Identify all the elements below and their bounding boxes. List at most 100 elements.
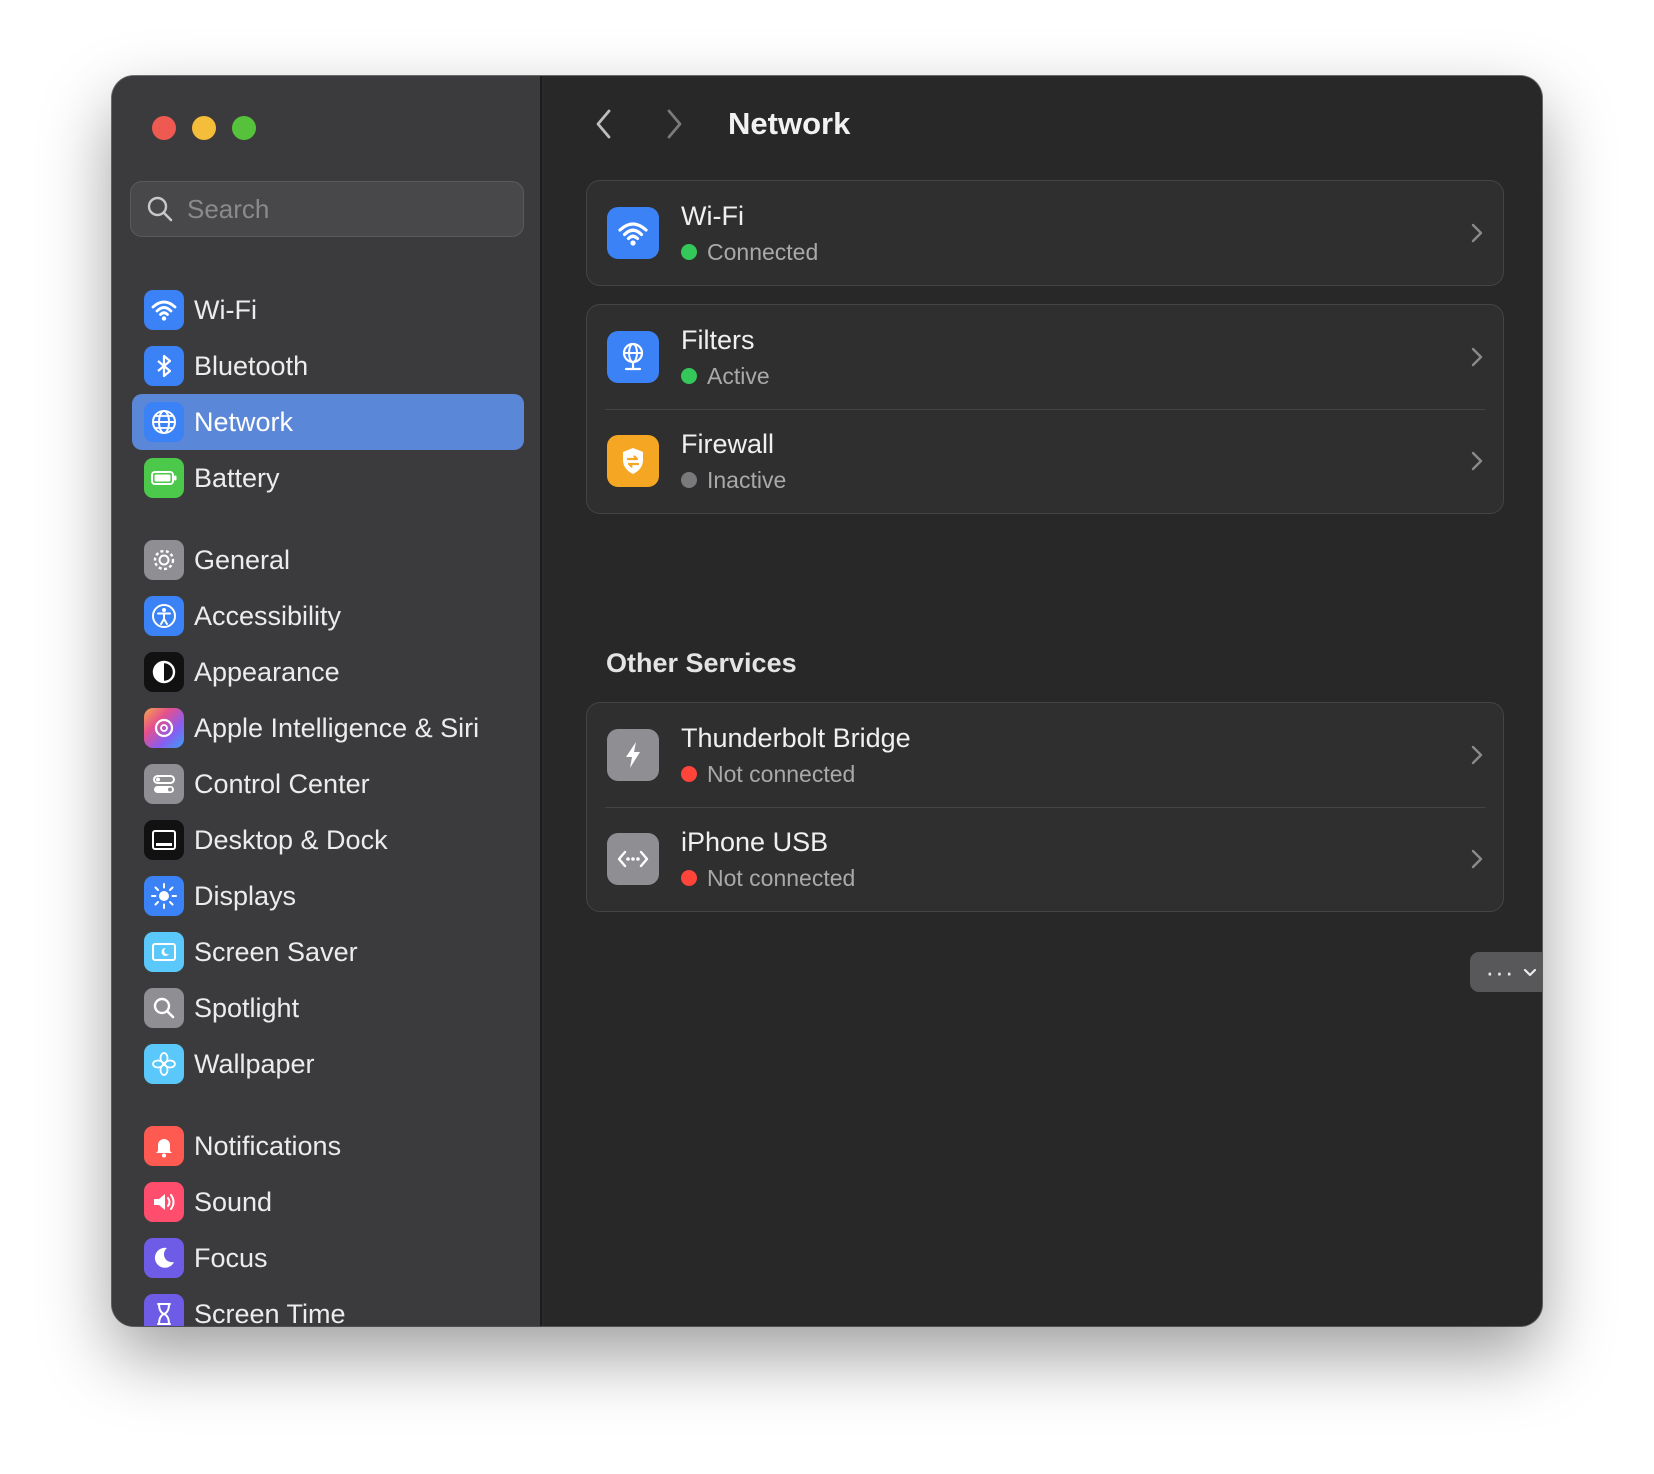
sidebar-item-label: General [194,544,291,575]
back-button[interactable] [584,102,624,146]
forward-button[interactable] [654,102,694,146]
sidebar-item-displays[interactable]: Displays [132,868,524,924]
chevron-down-icon [1524,968,1537,977]
chevron-right-icon [1471,451,1483,471]
dock-icon [144,820,184,860]
service-title: Thunderbolt Bridge [681,722,911,753]
gear-icon [144,540,184,580]
sidebar-item-focus[interactable]: Focus [132,1230,524,1286]
accessibility-icon [144,596,184,636]
iphone-usb-row[interactable]: iPhone USB Not connected [587,807,1503,911]
sidebar-item-notifications[interactable]: Notifications [132,1118,524,1174]
sidebar-item-screen-time[interactable]: Screen Time [132,1286,524,1326]
sidebar-item-label: Battery [194,462,280,493]
firewall-shield-icon [607,435,659,487]
sidebar-item-label: Wallpaper [194,1048,315,1079]
search-field[interactable] [130,181,524,237]
status-text: Inactive [707,466,787,493]
network-port-icon [607,833,659,885]
bell-icon [144,1126,184,1166]
sidebar-item-screen-saver[interactable]: Screen Saver [132,924,524,980]
sidebar-item-apple-intelligence[interactable]: Apple Intelligence & Siri [132,700,524,756]
sidebar-item-appearance[interactable]: Appearance [132,644,524,700]
sidebar-item-wifi[interactable]: Wi-Fi [132,282,524,338]
siri-icon [144,708,184,748]
sidebar-item-spotlight[interactable]: Spotlight [132,980,524,1036]
thunderbolt-icon [607,729,659,781]
globe-icon [144,402,184,442]
sidebar-item-control-center[interactable]: Control Center [132,756,524,812]
service-title: Wi-Fi [681,200,744,231]
service-title: iPhone USB [681,826,829,857]
filters-row[interactable]: Filters Active [587,305,1503,409]
status-indicator [681,244,697,260]
filters-globe-icon [607,331,659,383]
sidebar-item-general[interactable]: General [132,532,524,588]
moon-icon [144,1238,184,1278]
system-settings-window: Wi-Fi Bluetooth Network Battery [112,76,1542,1326]
sidebar-item-desktop-dock[interactable]: Desktop & Dock [132,812,524,868]
zoom-window-button[interactable] [232,116,256,140]
sidebar-item-label: Appearance [194,656,340,687]
firewall-row[interactable]: Firewall Inactive [587,409,1503,513]
sidebar-item-label: Screen Saver [194,936,358,967]
sidebar-item-label: Notifications [194,1130,342,1161]
battery-icon [144,458,184,498]
sidebar-item-wallpaper[interactable]: Wallpaper [132,1036,524,1092]
chevron-right-icon [1471,745,1483,765]
chevron-left-icon [596,109,611,139]
search-icon [147,196,173,222]
sidebar-item-label: Bluetooth [194,350,309,381]
more-actions-button[interactable]: ··· [1470,952,1542,992]
chevron-right-icon [1471,347,1483,367]
other-services-group: Thunderbolt Bridge Not connected iPhone … [586,702,1504,912]
screensaver-icon [144,932,184,972]
sidebar-item-label: Control Center [194,768,370,799]
sidebar-item-bluetooth[interactable]: Bluetooth [132,338,524,394]
hourglass-icon [144,1294,184,1326]
sidebar-item-battery[interactable]: Battery [132,450,524,506]
sun-icon [144,876,184,916]
sidebar: Wi-Fi Bluetooth Network Battery [112,76,542,1326]
magnifier-icon [144,988,184,1028]
page-title: Network [728,106,851,141]
chevron-right-icon [1471,223,1483,243]
search-input[interactable] [187,193,507,225]
status-text: Not connected [707,760,856,787]
sidebar-item-label: Wi-Fi [194,294,257,325]
chevron-right-icon [1471,849,1483,869]
service-title: Filters [681,324,755,355]
status-text: Connected [707,238,819,265]
sidebar-item-label: Accessibility [194,600,342,631]
status-indicator [681,472,697,488]
chevron-right-icon [667,109,682,139]
bluetooth-icon [144,346,184,386]
speaker-icon [144,1182,184,1222]
status-indicator [681,368,697,384]
sidebar-nav: Wi-Fi Bluetooth Network Battery General … [132,282,524,1326]
sidebar-item-sound[interactable]: Sound [132,1174,524,1230]
security-group: Filters Active Firewall Inactive [586,304,1504,514]
toolbar: Network [584,102,850,146]
sidebar-item-label: Focus [194,1242,268,1273]
wifi-service-row[interactable]: Wi-Fi Connected [587,181,1503,285]
sidebar-item-label: Sound [194,1186,273,1217]
sidebar-item-label: Apple Intelligence & Siri [194,712,480,743]
appearance-icon [144,652,184,692]
sidebar-item-network[interactable]: Network [132,394,524,450]
thunderbolt-bridge-row[interactable]: Thunderbolt Bridge Not connected [587,703,1503,807]
status-indicator [681,766,697,782]
window-controls [152,116,256,140]
main-pane: Network Wi-Fi Connected Filters Active F… [544,76,1542,1326]
sidebar-item-label: Desktop & Dock [194,824,388,855]
close-window-button[interactable] [152,116,176,140]
other-services-heading: Other Services [606,648,797,678]
sidebar-item-accessibility[interactable]: Accessibility [132,588,524,644]
sidebar-item-label: Displays [194,880,297,911]
wifi-group: Wi-Fi Connected [586,180,1504,286]
more-icon: ··· [1485,957,1515,987]
wifi-icon [144,290,184,330]
sidebar-item-label: Screen Time [194,1298,346,1327]
minimize-window-button[interactable] [192,116,216,140]
sidebar-item-label: Spotlight [194,992,300,1023]
